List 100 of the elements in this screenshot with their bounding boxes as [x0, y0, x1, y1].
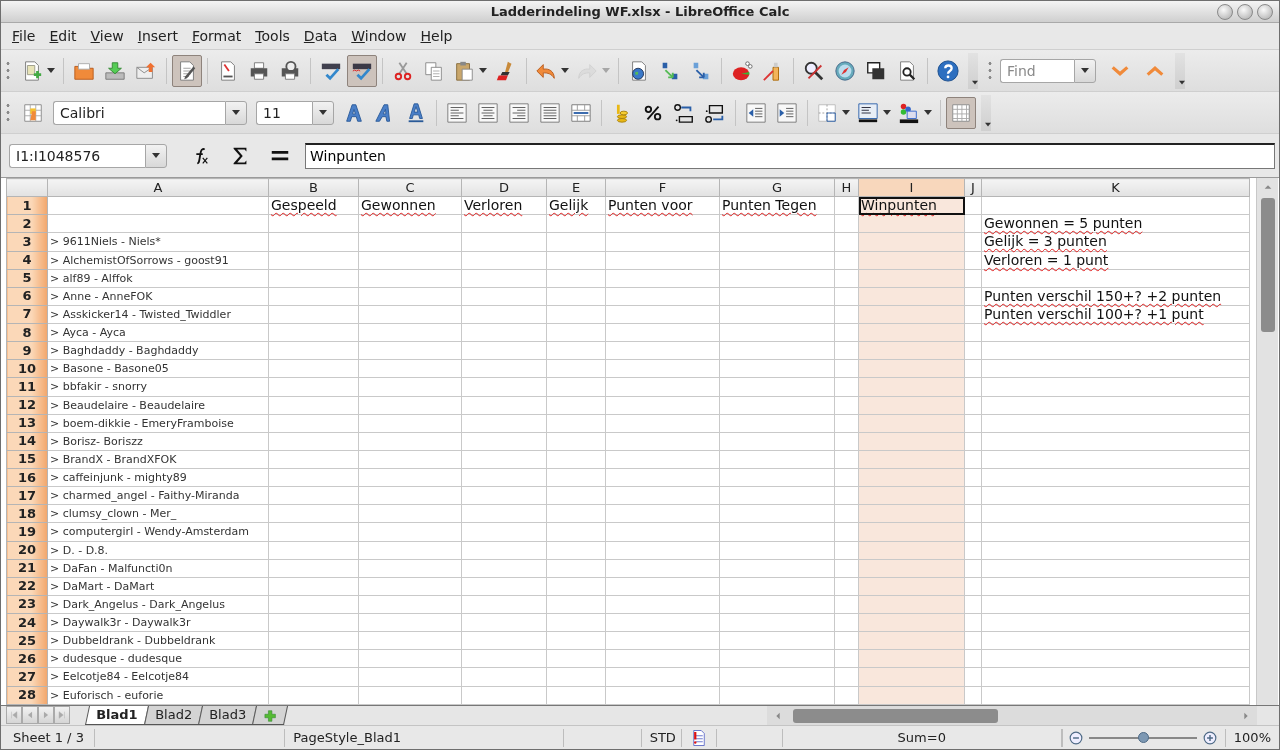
table-cell[interactable]: > BrandX - BrandXFOK: [47, 450, 269, 469]
plus-icon: [262, 708, 277, 723]
table-cell[interactable]: Punten verschil 150+? +2 punten: [981, 287, 1250, 306]
caret-icon: [924, 110, 932, 115]
column-header[interactable]: B: [268, 178, 359, 197]
toolbar-overflow-button[interactable]: [1175, 52, 1185, 89]
table-cell[interactable]: > caffeinjunk - mighty89: [47, 468, 269, 487]
table-cell[interactable]: > Euforisch - euforie: [47, 686, 269, 705]
scrollbar-thumb[interactable]: [1260, 198, 1275, 332]
table-cell[interactable]: > 9611Niels - Niels*: [47, 232, 269, 251]
table-cell[interactable]: > Anne - AnneFOK: [47, 287, 269, 306]
dropdown-button[interactable]: [225, 100, 247, 125]
caret-icon: [842, 110, 850, 115]
menu-item[interactable]: Window: [344, 25, 414, 47]
menu-item[interactable]: Edit: [42, 25, 84, 47]
zoom-slider-thumb[interactable]: [1137, 731, 1149, 743]
table-cell[interactable]: Gespeeld: [268, 196, 359, 215]
color-palette-icon: [898, 101, 920, 124]
align-center-icon: [477, 101, 499, 124]
merge-cells-icon: [570, 101, 592, 124]
table-cell[interactable]: Punten voor: [605, 196, 720, 215]
zoom-in-icon: [1202, 730, 1217, 745]
font-name-field[interactable]: Calibri: [53, 100, 225, 125]
table-cell[interactable]: > Beaudelaire - Beaudelaire: [47, 396, 269, 415]
sheet-position: Sheet 1 / 3: [1, 728, 96, 747]
table-cell[interactable]: > Borisz- Boriszz: [47, 432, 269, 451]
dropdown-button[interactable]: [312, 100, 334, 125]
table-cell[interactable]: > Dark_Angelus - Dark_Angelus: [47, 595, 269, 614]
sheet-tab[interactable]: Blad2: [143, 706, 203, 725]
decrease-indent-icon: [745, 101, 767, 124]
formula-input[interactable]: Winpunten: [305, 142, 1275, 169]
column-header[interactable]: F: [605, 178, 720, 197]
caret-icon: [1179, 79, 1185, 85]
caret-icon: [561, 68, 569, 73]
stacked-windows-icon: [865, 59, 887, 82]
table-cell[interactable]: > charmed_angel - Faithy-Miranda: [47, 486, 269, 505]
table-cell[interactable]: > DaFan - Malfuncti0n: [47, 559, 269, 578]
close-button[interactable]: [1257, 3, 1273, 20]
column-header[interactable]: G: [719, 178, 835, 197]
table-cell[interactable]: > DaMart - DaMart: [47, 577, 269, 596]
dropdown-button[interactable]: [145, 143, 167, 168]
column-header[interactable]: K: [981, 178, 1250, 197]
align-left-icon: [446, 101, 468, 124]
table-cell[interactable]: > boem-dikkie - EmeryFramboise: [47, 414, 269, 433]
window-title: Ladderindeling WF.xlsx - LibreOffice Calc: [489, 2, 791, 21]
sheet-tab[interactable]: Blad1: [85, 706, 149, 725]
table-cell[interactable]: > Basone - Basone05: [47, 359, 269, 378]
horizontal-scrollbar[interactable]: [767, 706, 1257, 725]
column-header[interactable]: D: [461, 178, 547, 197]
table-cell[interactable]: Gewonnen: [358, 196, 462, 215]
menu-item[interactable]: Format: [185, 25, 249, 47]
grid-button[interactable]: [946, 96, 976, 129]
column-header[interactable]: I: [858, 178, 965, 197]
scrollbar-thumb[interactable]: [793, 708, 998, 723]
table-cell[interactable]: > AlchemistOfSorrows - goost91: [47, 251, 269, 270]
table-cell[interactable]: > Dubbeldrank - Dubbeldrank: [47, 631, 269, 650]
column-header[interactable]: A: [47, 178, 269, 197]
menu-item[interactable]: Help: [413, 25, 460, 47]
menu-item[interactable]: Tools: [248, 25, 297, 47]
table-cell[interactable]: > computergirl - Wendy-Amsterdam: [47, 522, 269, 541]
table-cell[interactable]: Gelijk: [546, 196, 606, 215]
table-cell[interactable]: > Daywalk3r - Daywalk3r: [47, 613, 269, 632]
toolbar-overflow-button[interactable]: [981, 94, 991, 131]
copy-icon: [423, 59, 445, 82]
vertical-scrollbar[interactable]: [1256, 178, 1278, 705]
table-cell[interactable]: > bbfakir - snorry: [47, 377, 269, 396]
table-cell[interactable]: > Baghdaddy - Baghdaddy: [47, 341, 269, 360]
increase-indent-icon: [776, 101, 798, 124]
table-cell[interactable]: Punten Tegen: [719, 196, 835, 215]
column-header[interactable]: C: [358, 178, 462, 197]
table-cell[interactable]: Gewonnen = 5 punten: [981, 214, 1250, 233]
table-cell[interactable]: Punten verschil 100+? +1 punt: [981, 305, 1250, 324]
caret-icon: [985, 121, 991, 127]
autospell-button[interactable]: [347, 54, 377, 87]
menu-item[interactable]: View: [83, 25, 131, 47]
minimize-button[interactable]: [1217, 3, 1233, 20]
table-cell[interactable]: Gelijk = 3 punten: [981, 232, 1250, 251]
table-cell[interactable]: > Asskicker14 - Twisted_Twiddler: [47, 305, 269, 324]
font-size-field[interactable]: 11: [256, 100, 312, 125]
column-header[interactable]: H: [834, 178, 859, 197]
table-cell[interactable]: > dudesque - dudesque: [47, 649, 269, 668]
table-cell[interactable]: Verloren: [461, 196, 547, 215]
column-header[interactable]: E: [546, 178, 606, 197]
menu-item[interactable]: Insert: [130, 25, 185, 47]
add-sheet-tab[interactable]: [251, 706, 288, 725]
table-cell[interactable]: Verloren = 1 punt: [981, 251, 1250, 270]
table-cell[interactable]: > clumsy_clown - Mer_: [47, 504, 269, 523]
menu-item[interactable]: File: [5, 25, 43, 47]
table-cell[interactable]: > Eelcotje84 - Eelcotje84: [47, 667, 269, 686]
table-cell[interactable]: > Ayca - Ayca: [47, 323, 269, 342]
table-cell[interactable]: > D. - D.8.: [47, 541, 269, 560]
edit-button[interactable]: [172, 54, 202, 87]
toolbar-overflow-button[interactable]: [968, 52, 978, 89]
maximize-button[interactable]: [1237, 3, 1253, 20]
dropdown-button[interactable]: [1074, 58, 1096, 83]
name-box[interactable]: I1:I1048576: [9, 143, 145, 168]
table-cell[interactable]: > alf89 - Alffok: [47, 269, 269, 288]
sheet-tab[interactable]: Blad3: [197, 706, 257, 725]
find-field[interactable]: Find: [1000, 58, 1074, 83]
menu-item[interactable]: Data: [296, 25, 345, 47]
